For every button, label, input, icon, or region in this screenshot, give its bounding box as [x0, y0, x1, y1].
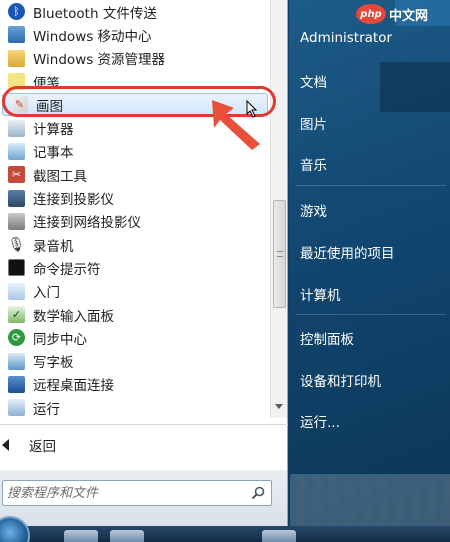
- games-link[interactable]: 游戏: [300, 200, 327, 220]
- program-label: 记事本: [33, 145, 74, 162]
- calculator-icon: [8, 119, 25, 137]
- notepad-icon: [8, 142, 25, 160]
- music-link[interactable]: 音乐: [300, 154, 327, 174]
- search-box[interactable]: [2, 480, 272, 506]
- program-item-sound-recorder[interactable]: 🎙 录音机: [0, 233, 270, 256]
- search-icon[interactable]: [251, 486, 265, 500]
- explorer-folder-icon: [8, 49, 25, 67]
- program-item-math-input[interactable]: ✓ 数学输入面板: [0, 303, 270, 326]
- program-item-network-projector[interactable]: 连接到网络投影仪: [0, 210, 270, 233]
- program-label: 运行: [33, 401, 60, 418]
- program-item-getting-started[interactable]: 入门: [0, 280, 270, 303]
- program-label: 录音机: [33, 238, 74, 255]
- projector-icon: [8, 189, 25, 207]
- program-list-scrollbar[interactable]: [270, 0, 287, 418]
- pictures-link[interactable]: 图片: [300, 113, 327, 133]
- right-divider: [296, 185, 446, 186]
- shutdown-area[interactable]: [290, 474, 450, 526]
- taskbar-app-icon[interactable]: [262, 530, 296, 542]
- program-item-sync-center[interactable]: ⟳ 同步中心: [0, 326, 270, 349]
- mouse-cursor-icon: [246, 100, 258, 118]
- computer-link[interactable]: 计算机: [300, 284, 341, 304]
- program-item-remote-desktop[interactable]: 远程桌面连接: [0, 373, 270, 396]
- program-item-explorer[interactable]: Windows 资源管理器: [0, 47, 270, 70]
- scrollbar-grip-icon: [277, 251, 283, 257]
- right-divider: [296, 314, 446, 315]
- mobility-center-icon: [8, 26, 25, 44]
- program-label: 远程桌面连接: [33, 378, 114, 395]
- snipping-tool-icon: ✂: [8, 166, 25, 184]
- programs-pane: ᛒ Bluetooth 文件传送 Windows 移动中心 Windows 资源…: [0, 0, 288, 470]
- back-label: 返回: [29, 439, 56, 455]
- program-label: 连接到投影仪: [33, 192, 114, 209]
- math-input-icon: ✓: [8, 306, 25, 323]
- program-list: ᛒ Bluetooth 文件传送 Windows 移动中心 Windows 资源…: [0, 0, 270, 419]
- back-arrow-icon: [2, 439, 9, 451]
- remote-desktop-icon: [8, 375, 25, 393]
- watermark-text: 中文网: [389, 8, 429, 24]
- program-label: Windows 资源管理器: [33, 52, 166, 69]
- program-item-snipping-tool[interactable]: ✂ 截图工具: [0, 163, 270, 186]
- devices-printers-link[interactable]: 设备和打印机: [300, 370, 381, 390]
- scrollbar-thumb[interactable]: [273, 200, 286, 308]
- user-name-link[interactable]: Administrator: [300, 30, 392, 46]
- bluetooth-icon: ᛒ: [8, 3, 25, 21]
- program-item-bluetooth[interactable]: ᛒ Bluetooth 文件传送: [0, 0, 270, 23]
- program-label: 写字板: [33, 355, 74, 372]
- sync-center-icon: ⟳: [8, 329, 25, 347]
- program-item-command-prompt[interactable]: 命令提示符: [0, 256, 270, 279]
- program-label: 数学输入面板: [33, 308, 114, 325]
- program-label: 命令提示符: [33, 261, 101, 278]
- program-label: 计算器: [33, 122, 74, 139]
- program-item-run[interactable]: 运行: [0, 396, 270, 419]
- program-item-projector[interactable]: 连接到投影仪: [0, 186, 270, 209]
- program-label: Windows 移动中心: [33, 28, 152, 45]
- taskbar-explorer-icon[interactable]: [64, 530, 98, 542]
- program-item-mobility-center[interactable]: Windows 移动中心: [0, 23, 270, 46]
- taskbar-app-icon[interactable]: [110, 530, 144, 542]
- documents-link[interactable]: 文档: [300, 71, 327, 91]
- watermark-logo: php: [356, 4, 386, 24]
- search-input[interactable]: [7, 484, 243, 502]
- back-divider: [0, 424, 288, 425]
- wordpad-icon: [8, 352, 25, 370]
- back-button[interactable]: 返回: [0, 432, 260, 458]
- run-link[interactable]: 运行...: [300, 411, 340, 431]
- program-label: Bluetooth 文件传送: [33, 5, 157, 22]
- control-panel-link[interactable]: 控制面板: [300, 328, 354, 348]
- program-label: 同步中心: [33, 331, 87, 348]
- background-tile: [380, 62, 450, 112]
- program-item-wordpad[interactable]: 写字板: [0, 349, 270, 372]
- getting-started-icon: [8, 282, 25, 300]
- program-label: 入门: [33, 285, 60, 302]
- run-icon: [8, 399, 25, 417]
- command-prompt-icon: [8, 259, 25, 277]
- recent-items-link[interactable]: 最近使用的项目: [300, 242, 395, 262]
- program-label: 截图工具: [33, 168, 87, 185]
- network-projector-icon: [8, 212, 25, 230]
- watermark: php 中文网: [356, 4, 428, 24]
- scroll-down-arrow-icon[interactable]: [275, 404, 283, 409]
- program-label: 连接到网络投影仪: [33, 215, 141, 232]
- sound-recorder-icon: 🎙: [7, 236, 26, 253]
